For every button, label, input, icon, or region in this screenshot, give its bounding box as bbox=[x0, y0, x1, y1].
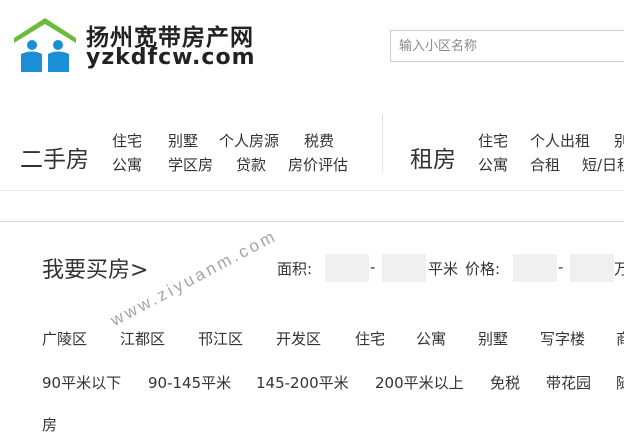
logo-icon bbox=[14, 18, 76, 72]
filter-office[interactable]: 写字楼 bbox=[540, 328, 585, 349]
filter-over-200sqm[interactable]: 200平米以上 bbox=[375, 372, 464, 393]
community-search-box[interactable] bbox=[390, 30, 624, 62]
filter-row3-partial[interactable]: 房 bbox=[42, 414, 57, 435]
nav-secondhand-personal-listings[interactable]: 个人房源 bbox=[219, 130, 279, 151]
filter-apartment[interactable]: 公寓 bbox=[416, 328, 446, 349]
filter-jiangdu[interactable]: 江都区 bbox=[120, 328, 165, 349]
filter-commercial[interactable]: 商 bbox=[616, 328, 624, 349]
filter-hanjiang[interactable]: 邗江区 bbox=[198, 328, 243, 349]
price-label: 价格: bbox=[465, 260, 501, 278]
price-unit: 万 bbox=[614, 260, 624, 278]
filter-residential[interactable]: 住宅 bbox=[355, 328, 385, 349]
nav-secondhand-taxes[interactable]: 税费 bbox=[304, 130, 334, 151]
community-search-input[interactable] bbox=[391, 31, 624, 61]
nav-divider bbox=[382, 114, 383, 172]
nav-secondhand-villa[interactable]: 别墅 bbox=[168, 130, 198, 151]
nav-bottom-divider bbox=[0, 190, 624, 191]
area-min-input[interactable] bbox=[325, 254, 369, 282]
filter-tax-free[interactable]: 免税 bbox=[490, 372, 520, 393]
filter-145-200sqm[interactable]: 145-200平米 bbox=[256, 372, 349, 393]
site-domain[interactable]: yzkdfcw.com bbox=[86, 45, 256, 70]
filter-90-145sqm[interactable]: 90-145平米 bbox=[148, 372, 231, 393]
logo-roof-shape bbox=[14, 18, 76, 43]
nav-secondhand-residential[interactable]: 住宅 bbox=[112, 130, 142, 151]
nav-rent-villa[interactable]: 别 bbox=[614, 130, 624, 151]
logo-person-head-right bbox=[53, 40, 63, 50]
nav-rent-short-term[interactable]: 短/日租 bbox=[582, 154, 624, 175]
price-range-dash: - bbox=[558, 258, 564, 276]
area-unit: 平米 bbox=[428, 260, 459, 278]
buy-house-heading[interactable]: 我要买房> bbox=[42, 252, 148, 284]
area-max-input[interactable] bbox=[382, 254, 426, 282]
nav-rent-apartment[interactable]: 公寓 bbox=[478, 154, 508, 175]
area-label: 面积: bbox=[277, 260, 313, 278]
nav-title-secondhand[interactable]: 二手房 bbox=[20, 140, 89, 174]
nav-title-rent[interactable]: 租房 bbox=[410, 140, 456, 174]
filter-development-zone[interactable]: 开发区 bbox=[276, 328, 321, 349]
section-divider bbox=[0, 221, 624, 222]
filter-more[interactable]: 随 bbox=[616, 372, 624, 393]
nav-secondhand-apartment[interactable]: 公寓 bbox=[112, 154, 142, 175]
nav-rent-shared[interactable]: 合租 bbox=[530, 154, 560, 175]
logo-person-body-left bbox=[21, 51, 42, 72]
logo-person-head-left bbox=[27, 40, 37, 50]
logo-person-body-right bbox=[48, 51, 69, 72]
nav-rent-residential[interactable]: 住宅 bbox=[478, 130, 508, 151]
nav-secondhand-school-district[interactable]: 学区房 bbox=[168, 154, 213, 175]
area-range-dash: - bbox=[370, 258, 376, 276]
filter-guangling[interactable]: 广陵区 bbox=[42, 328, 87, 349]
nav-rent-personal[interactable]: 个人出租 bbox=[530, 130, 590, 151]
filter-with-garden[interactable]: 带花园 bbox=[546, 372, 591, 393]
price-max-input[interactable] bbox=[570, 254, 614, 282]
price-min-input[interactable] bbox=[513, 254, 557, 282]
nav-secondhand-loan[interactable]: 贷款 bbox=[236, 154, 266, 175]
logo-gap bbox=[42, 56, 48, 72]
filter-villa[interactable]: 别墅 bbox=[478, 328, 508, 349]
filter-under-90sqm[interactable]: 90平米以下 bbox=[42, 372, 121, 393]
nav-secondhand-valuation[interactable]: 房价评估 bbox=[288, 154, 348, 175]
